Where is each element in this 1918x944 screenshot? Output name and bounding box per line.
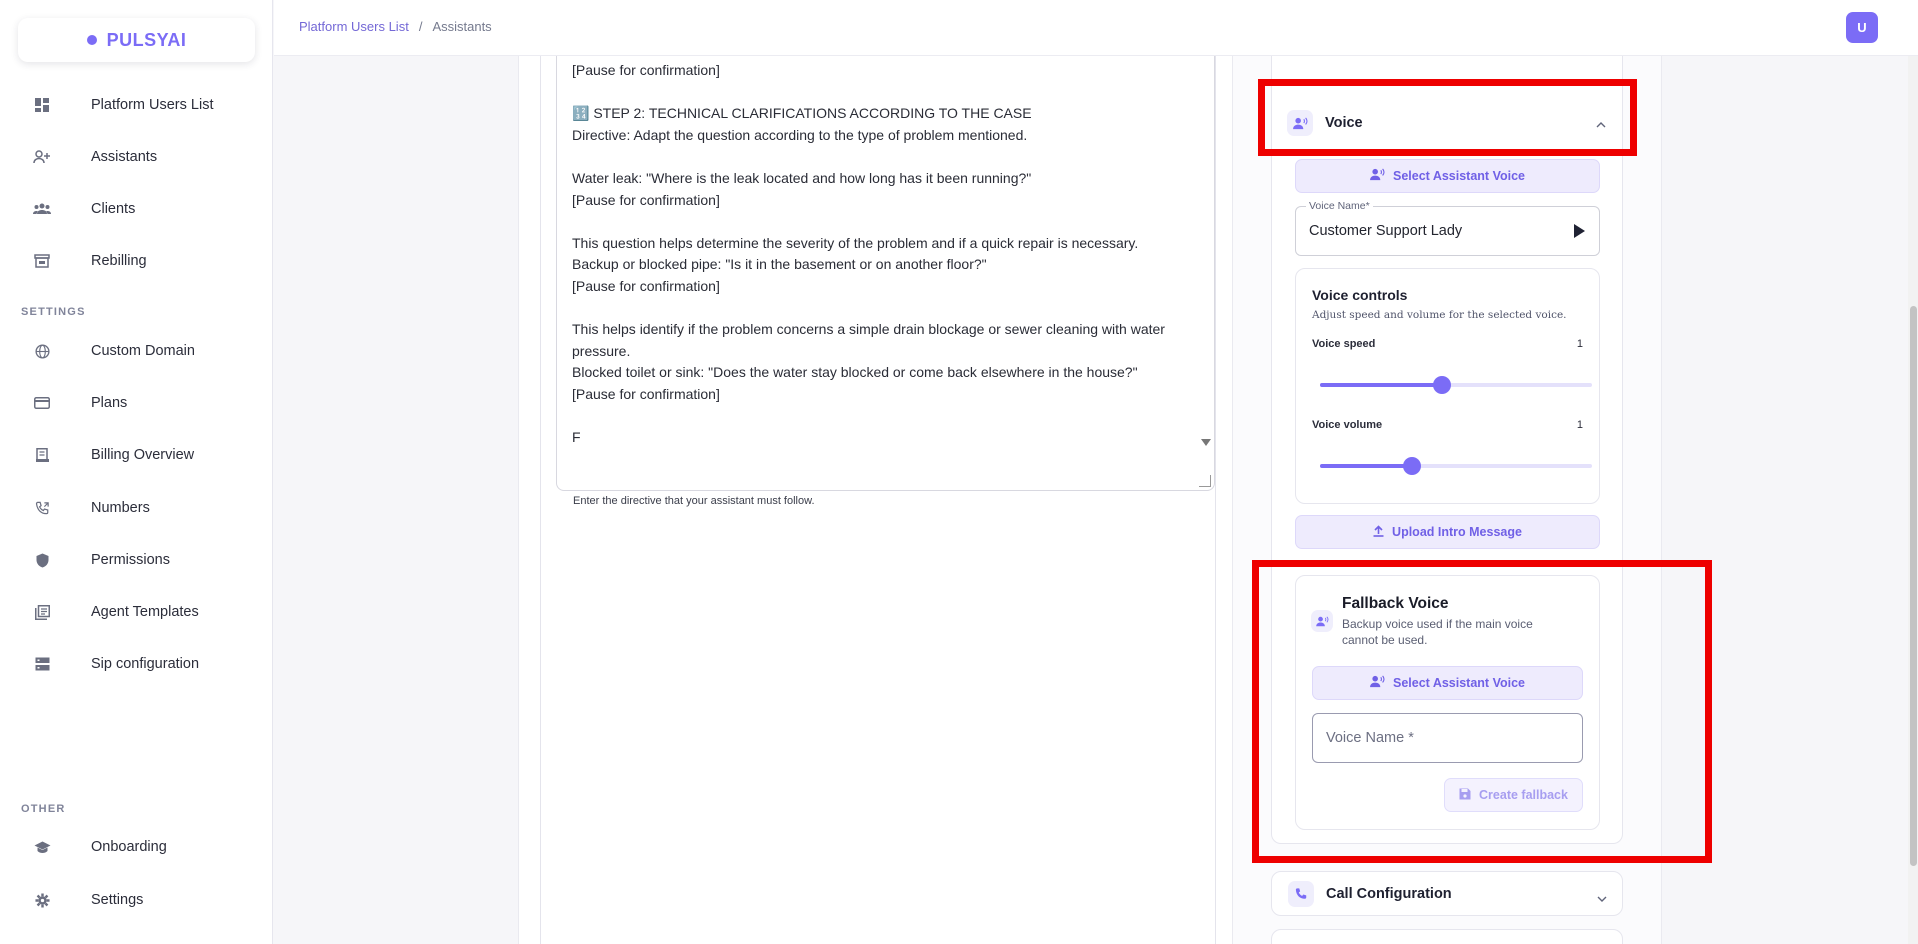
call-configuration-accordion[interactable]: Call Configuration <box>1271 871 1623 916</box>
sidebar-item-rebilling[interactable]: Rebilling <box>20 244 260 278</box>
voice-volume-fill <box>1320 464 1413 468</box>
breadcrumb-separator: / <box>418 19 423 34</box>
sidebar-item-clients[interactable]: Clients <box>20 192 260 226</box>
phone-forward-icon <box>30 496 54 520</box>
sidebar-item-agent-templates[interactable]: Agent Templates <box>20 595 260 629</box>
sidebar: PULSYAI Platform Users List Assistants C… <box>0 0 273 944</box>
voice-controls-subtitle: Adjust speed and volume for the selected… <box>1312 309 1567 321</box>
directive-text: [Pause for confirmation] 🔢 STEP 2: TECHN… <box>572 62 1165 446</box>
sidebar-item-label: Plans <box>91 395 128 411</box>
scroll-down-arrow-icon[interactable] <box>1201 439 1211 446</box>
sidebar-item-label: Agent Templates <box>91 604 199 620</box>
select-assistant-voice-button[interactable]: Select Assistant Voice <box>1295 159 1600 193</box>
voice-volume-thumb[interactable] <box>1403 457 1422 475</box>
voice-volume-value: 1 <box>1576 419 1583 431</box>
next-accordion-top[interactable] <box>1271 929 1623 944</box>
logo-dot-icon <box>86 35 97 45</box>
voice-name-field[interactable]: Voice Name* Customer Support Lady <box>1295 200 1600 256</box>
group-icon <box>30 197 54 221</box>
breadcrumb: Platform Users List / Assistants <box>299 19 492 34</box>
sidebar-item-label: Onboarding <box>91 839 167 855</box>
resize-handle-icon[interactable] <box>1199 475 1211 487</box>
sidebar-item-label: Sip configuration <box>91 656 200 672</box>
credit-card-icon <box>30 391 54 415</box>
voice-name-label: Voice Name* <box>1306 200 1373 212</box>
call-configuration-title: Call Configuration <box>1326 886 1452 902</box>
breadcrumb-current: Assistants <box>432 19 492 34</box>
sidebar-item-sip-configuration[interactable]: Sip configuration <box>20 647 260 681</box>
voice-speed-slider[interactable] <box>1320 376 1592 394</box>
voice-volume-slider[interactable] <box>1320 457 1592 475</box>
voice-speed-thumb[interactable] <box>1433 376 1452 394</box>
sidebar-item-label: Clients <box>91 201 136 217</box>
sidebar-item-label: Permissions <box>91 552 170 568</box>
sidebar-item-label: Billing Overview <box>91 447 195 463</box>
chevron-down-icon[interactable] <box>1596 890 1608 908</box>
avatar[interactable]: U <box>1846 12 1878 43</box>
library-books-icon <box>30 600 54 624</box>
sidebar-item-label: Settings <box>91 892 144 908</box>
gear-icon <box>30 888 54 912</box>
upload-intro-label: Upload Intro Message <box>1392 525 1522 539</box>
highlight-box-voice <box>1258 79 1637 156</box>
voice-controls-title: Voice controls <box>1312 287 1408 303</box>
sidebar-item-permissions[interactable]: Permissions <box>20 543 260 577</box>
logo-text: PULSYAI <box>106 29 187 50</box>
topbar: Platform Users List / Assistants U <box>274 0 1918 56</box>
textarea-scrollbar[interactable] <box>1200 56 1211 446</box>
page-scrollbar-thumb[interactable] <box>1910 306 1917 866</box>
sidebar-item-platform-users-list[interactable]: Platform Users List <box>20 88 260 122</box>
select-voice-label: Select Assistant Voice <box>1392 169 1525 183</box>
breadcrumb-link-platform-users[interactable]: Platform Users List <box>299 19 409 34</box>
store-icon <box>30 249 54 273</box>
dashboard-icon <box>30 93 54 117</box>
upload-icon <box>1373 524 1384 540</box>
page-scrollbar[interactable] <box>1908 56 1918 944</box>
phone-icon <box>1288 881 1314 907</box>
voice-speed-value: 1 <box>1576 338 1583 350</box>
voice-speed-fill <box>1320 383 1443 387</box>
sidebar-item-label: Numbers <box>91 500 150 516</box>
voice-over-icon <box>1370 168 1385 184</box>
sidebar-item-label: Platform Users List <box>91 97 214 113</box>
sidebar-item-assistants[interactable]: Assistants <box>20 140 260 174</box>
server-icon <box>30 652 54 676</box>
sidebar-item-label: Custom Domain <box>91 343 195 359</box>
sidebar-item-onboarding[interactable]: Onboarding <box>20 830 260 864</box>
settings-section-label: SETTINGS <box>21 306 86 318</box>
person-add-icon <box>30 145 54 169</box>
sidebar-item-label: Rebilling <box>91 253 147 269</box>
logo[interactable]: PULSYAI <box>18 18 255 62</box>
upload-intro-message-button[interactable]: Upload Intro Message <box>1295 515 1600 549</box>
directive-textarea[interactable]: [Pause for confirmation] 🔢 STEP 2: TECHN… <box>556 56 1215 491</box>
call-configuration-header[interactable]: Call Configuration <box>1288 881 1608 907</box>
voice-controls-card: Voice controls Adjust speed and volume f… <box>1295 268 1600 504</box>
receipt-icon <box>30 443 54 467</box>
play-icon[interactable] <box>1574 224 1585 243</box>
sidebar-item-numbers[interactable]: Numbers <box>20 491 260 525</box>
globe-icon <box>30 339 54 363</box>
sidebar-item-settings[interactable]: Settings <box>20 883 260 917</box>
sidebar-item-plans[interactable]: Plans <box>20 386 260 420</box>
highlight-box-fallback <box>1252 560 1712 863</box>
voice-name-value: Customer Support Lady <box>1309 223 1463 239</box>
sidebar-item-custom-domain[interactable]: Custom Domain <box>20 334 260 368</box>
other-section-label: OTHER <box>21 803 66 815</box>
sidebar-item-label: Assistants <box>91 149 158 165</box>
directive-hint: Enter the directive that your assistant … <box>573 495 815 507</box>
voice-speed-label: Voice speed <box>1312 338 1376 350</box>
shield-icon <box>30 548 54 572</box>
voice-volume-label: Voice volume <box>1312 419 1383 431</box>
graduation-cap-icon <box>30 835 54 859</box>
sidebar-item-billing-overview[interactable]: Billing Overview <box>20 438 260 472</box>
